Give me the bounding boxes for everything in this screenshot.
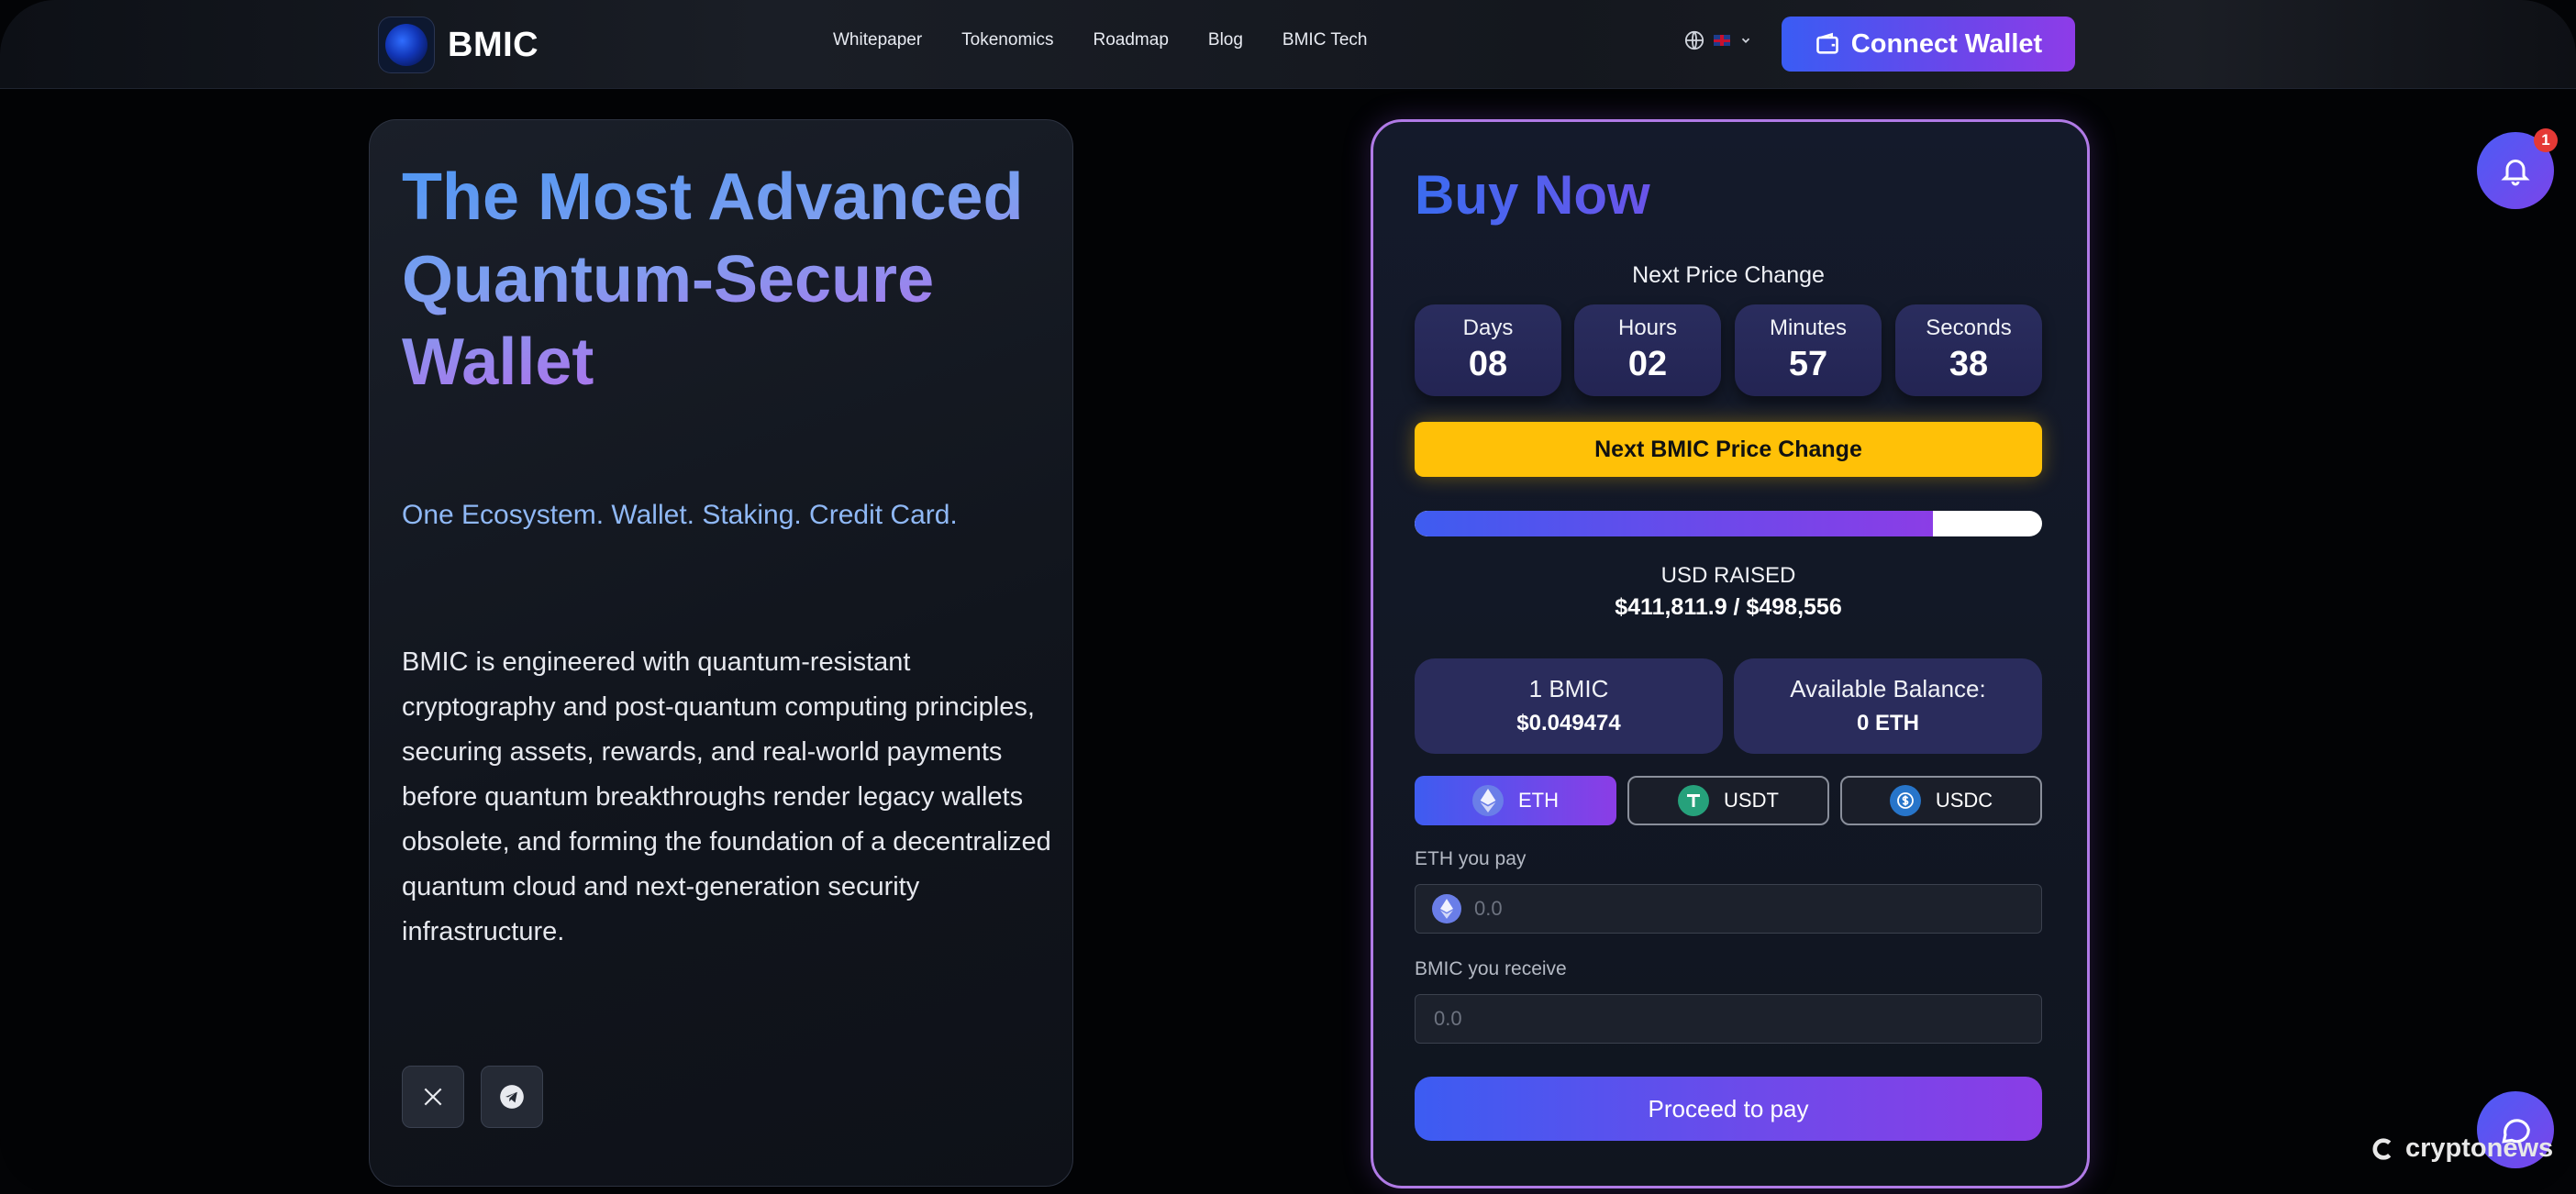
hero-subline: One Ecosystem. Wallet. Staking. Credit C… <box>402 500 958 530</box>
connect-wallet-label: Connect Wallet <box>1850 28 2043 59</box>
cryptonews-logo-icon <box>2372 1137 2392 1160</box>
pay-field[interactable] <box>1415 884 2042 934</box>
telegram-social-button[interactable] <box>481 1066 543 1128</box>
usdc-icon <box>1889 785 1921 816</box>
hero-title-line: The Most Advanced <box>402 160 1024 234</box>
token-usdc-button[interactable]: USDC <box>1840 776 2042 825</box>
rate-value: $0.049474 <box>1516 711 1621 735</box>
pay-field-label: ETH you pay <box>1415 848 1527 869</box>
logo-orb-icon <box>378 17 435 73</box>
balance-value: 0 ETH <box>1856 711 1919 735</box>
receive-field-label: BMIC you receive <box>1415 958 1567 979</box>
countdown-seconds: Seconds 38 <box>1895 304 2042 396</box>
cryptonews-watermark: cryptonews <box>2369 1133 2553 1164</box>
token-label: ETH <box>1518 789 1559 812</box>
notification-count-badge: 1 <box>2534 128 2558 152</box>
page-frame: BMIC Whitepaper Tokenomics Roadmap Blog … <box>0 0 2576 1194</box>
connect-wallet-button[interactable]: Connect Wallet <box>1782 17 2075 72</box>
countdown-label: Seconds <box>1926 315 2012 340</box>
globe-icon <box>1684 30 1704 50</box>
bell-icon <box>2501 160 2530 186</box>
token-eth-button[interactable]: ETH <box>1415 776 1616 825</box>
eth-icon <box>1472 785 1504 816</box>
balance-box: Available Balance: 0 ETH <box>1734 658 2042 754</box>
pay-amount-input[interactable] <box>1472 896 1990 922</box>
telegram-icon <box>500 1085 524 1109</box>
token-label: USDT <box>1724 789 1779 812</box>
brand-logo[interactable]: BMIC <box>378 17 539 73</box>
x-social-button[interactable] <box>402 1066 464 1128</box>
usd-raised-label: USD RAISED <box>1660 563 1796 588</box>
chevron-down-icon <box>1741 38 1750 43</box>
receive-amount-input[interactable] <box>1432 1006 1949 1032</box>
countdown-hours: Hours 02 <box>1574 304 1721 396</box>
countdown-value: 02 <box>1627 345 1668 383</box>
uk-flag-icon <box>1714 35 1730 46</box>
countdown-value: 38 <box>1949 345 1989 383</box>
token-usdt-button[interactable]: USDT <box>1627 776 1829 825</box>
buy-title: Buy Now <box>1415 164 1650 226</box>
next-price-change-label: Next Price Change <box>1632 262 1825 288</box>
proceed-label: Proceed to pay <box>1648 1094 1809 1122</box>
nav-whitepaper[interactable]: Whitepaper <box>833 30 922 50</box>
hero-title-line: Quantum-Secure <box>402 243 935 316</box>
hero-title: The Most Advanced Quantum-Secure Wallet <box>402 156 1062 404</box>
countdown-value: 57 <box>1788 345 1828 383</box>
top-header: BMIC Whitepaper Tokenomics Roadmap Blog … <box>0 0 2576 89</box>
wallet-icon <box>1816 32 1838 54</box>
language-selector[interactable] <box>1684 30 1752 50</box>
countdown-label: Days <box>1462 315 1514 340</box>
price-change-button[interactable]: Next BMIC Price Change <box>1415 422 2042 477</box>
rate-label: 1 BMIC <box>1528 675 1609 702</box>
token-rate-box: 1 BMIC $0.049474 <box>1415 658 1723 754</box>
usd-raised-value: $411,811.9 / $498,556 <box>1615 594 1842 620</box>
countdown-label: Minutes <box>1769 315 1848 340</box>
nav-blog[interactable]: Blog <box>1208 30 1243 50</box>
progress-fill <box>1415 511 1933 536</box>
watermark-text: cryptonews <box>2405 1133 2554 1163</box>
receive-field[interactable] <box>1415 994 2042 1044</box>
countdown-value: 08 <box>1468 345 1508 383</box>
presale-progress-bar <box>1415 511 2042 536</box>
price-change-label: Next BMIC Price Change <box>1594 436 1862 462</box>
hero-title-line: Wallet <box>402 326 594 399</box>
hero-description: BMIC is engineered with quantum-resistan… <box>402 647 1051 946</box>
countdown-minutes: Minutes 57 <box>1735 304 1882 396</box>
brand-name: BMIC <box>448 25 539 64</box>
nav-tokenomics[interactable]: Tokenomics <box>961 30 1053 50</box>
countdown-label: Hours <box>1617 315 1678 340</box>
tether-icon <box>1678 785 1710 816</box>
eth-icon <box>1432 894 1461 923</box>
nav-bmic-tech[interactable]: BMIC Tech <box>1282 30 1368 50</box>
main-nav: Whitepaper Tokenomics Roadmap Blog BMIC … <box>833 30 1368 50</box>
nav-roadmap[interactable]: Roadmap <box>1094 30 1169 50</box>
countdown-days: Days 08 <box>1415 304 1561 396</box>
balance-label: Available Balance: <box>1790 675 1986 702</box>
proceed-to-pay-button[interactable]: Proceed to pay <box>1415 1077 2042 1141</box>
token-label: USDC <box>1935 789 1993 812</box>
x-logo-icon <box>424 1088 442 1106</box>
